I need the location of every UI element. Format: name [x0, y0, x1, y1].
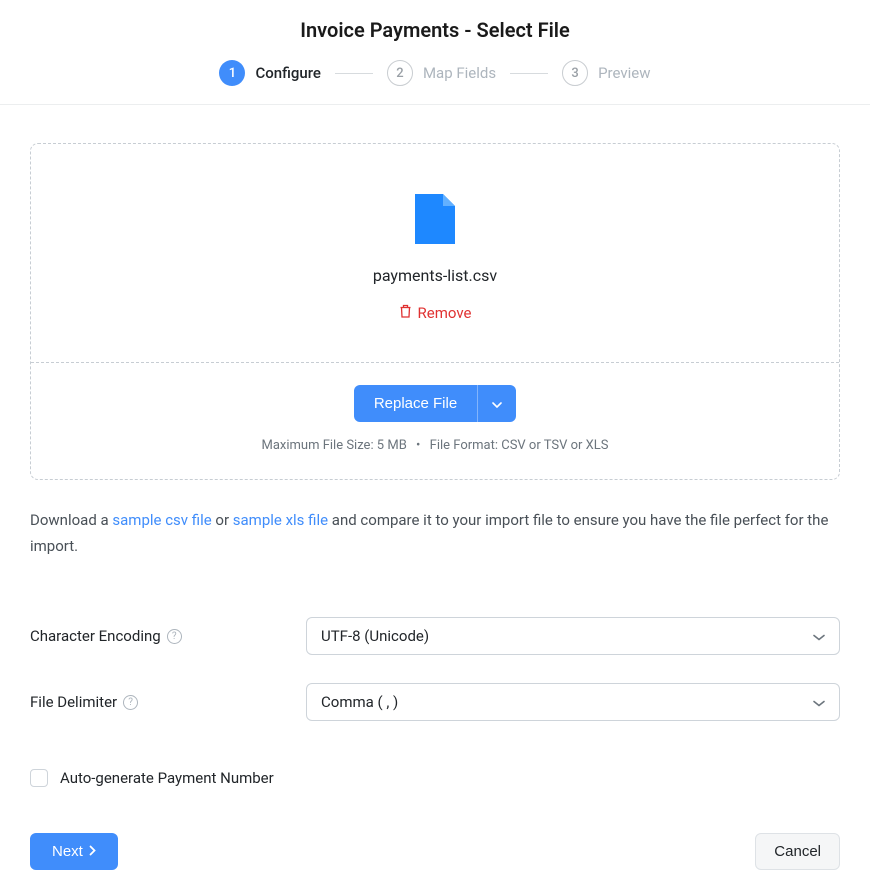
step-number-1: 1: [219, 60, 245, 86]
delimiter-select-value: Comma ( , ): [321, 693, 398, 711]
file-icon: [51, 194, 819, 244]
autogen-checkbox[interactable]: [30, 769, 48, 787]
encoding-label-text: Character Encoding: [30, 627, 161, 645]
file-meta-format: File Format: CSV or TSV or XLS: [430, 438, 609, 453]
footer-bar: Next Cancel: [0, 819, 870, 888]
hint-mid: or: [212, 511, 233, 529]
help-icon[interactable]: ?: [167, 629, 182, 644]
step-number-2: 2: [387, 60, 413, 86]
chevron-right-icon: [89, 843, 96, 860]
step-label-map-fields: Map Fields: [423, 64, 496, 82]
stepper: 1 Configure 2 Map Fields 3 Preview: [0, 60, 870, 104]
replace-file-button[interactable]: Replace File: [354, 385, 477, 422]
sample-xls-link[interactable]: sample xls file: [233, 511, 328, 529]
file-meta: Maximum File Size: 5 MB • File Format: C…: [51, 438, 819, 453]
delimiter-label: File Delimiter ?: [30, 693, 306, 711]
cancel-button[interactable]: Cancel: [755, 833, 840, 870]
delimiter-select[interactable]: Comma ( , ): [306, 683, 840, 721]
hint-pre: Download a: [30, 511, 112, 529]
page-title: Invoice Payments - Select File: [0, 18, 870, 42]
step-connector: [510, 73, 548, 74]
upload-card: payments-list.csv Remove Replace File: [30, 143, 840, 480]
step-number-3: 3: [562, 60, 588, 86]
remove-file-button[interactable]: Remove: [399, 304, 472, 322]
trash-icon: [399, 304, 412, 322]
step-label-configure: Configure: [255, 64, 320, 82]
replace-file-dropdown[interactable]: [477, 385, 516, 422]
step-label-preview: Preview: [598, 64, 650, 82]
step-configure[interactable]: 1 Configure: [219, 60, 320, 86]
delimiter-label-text: File Delimiter: [30, 693, 117, 711]
encoding-select[interactable]: UTF-8 (Unicode): [306, 617, 840, 655]
uploaded-file-name: payments-list.csv: [51, 266, 819, 285]
autogen-label: Auto-generate Payment Number: [60, 769, 274, 787]
next-button-label: Next: [52, 843, 83, 860]
help-icon[interactable]: ?: [123, 695, 138, 710]
next-button[interactable]: Next: [30, 833, 118, 870]
sample-csv-link[interactable]: sample csv file: [112, 511, 211, 529]
step-preview[interactable]: 3 Preview: [562, 60, 650, 86]
hint-text: Download a sample csv file or sample xls…: [30, 508, 840, 559]
file-meta-size: Maximum File Size: 5 MB: [261, 438, 406, 453]
encoding-label: Character Encoding ?: [30, 627, 306, 645]
meta-separator: •: [416, 438, 420, 453]
step-connector: [335, 73, 373, 74]
encoding-select-value: UTF-8 (Unicode): [321, 627, 429, 645]
caret-down-icon: [492, 396, 502, 411]
step-map-fields[interactable]: 2 Map Fields: [387, 60, 496, 86]
remove-file-label: Remove: [418, 304, 472, 322]
